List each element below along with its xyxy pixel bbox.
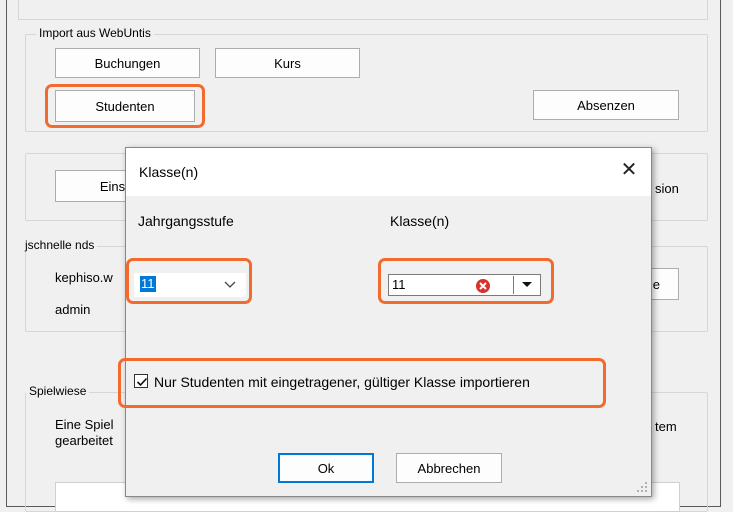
absenzen-button[interactable]: Absenzen [533, 90, 679, 120]
cancel-button[interactable]: Abbrechen [396, 453, 502, 483]
klassen-value: 11 [392, 277, 406, 292]
dialog-titlebar [126, 148, 651, 196]
dialog-title: Klasse(n) [139, 164, 199, 180]
ok-button[interactable]: Ok [278, 453, 374, 483]
host-text: kephiso.w [55, 270, 113, 285]
kurs-button[interactable]: Kurs [215, 48, 360, 78]
buchungen-button[interactable]: Buchungen [55, 48, 200, 78]
spielwiese-text-line1: Eine Spiel [55, 417, 114, 432]
spielwiese-title: Spielwiese [26, 384, 90, 398]
jahrgangsstufe-select[interactable]: 11 [134, 273, 246, 297]
connection-group-title: jschnelle nds [22, 238, 98, 252]
spielwiese-text-line2: gearbeitet [55, 433, 113, 448]
klassen-label: Klasse(n) [390, 213, 450, 229]
klassen-select[interactable]: 11 [388, 274, 541, 296]
dropdown-arrow-icon[interactable] [513, 276, 539, 294]
only-valid-class-checkbox[interactable] [134, 374, 148, 388]
resize-grip-icon[interactable] [636, 481, 648, 493]
user-text: admin [55, 302, 91, 317]
jahrgangsstufe-value: 11 [140, 276, 156, 292]
spielwiese-text-right: tem [655, 419, 677, 434]
chevron-down-icon [222, 275, 238, 293]
close-icon[interactable]: ✕ [614, 156, 644, 184]
version-text: sion [655, 181, 679, 196]
checkbox-label[interactable]: Nur Studenten mit eingetragener, gültige… [154, 374, 530, 390]
klassen-dialog: Klasse(n) ✕ Jahrgangsstufe Klasse(n) 11 … [118, 147, 652, 497]
import-group-title: Import aus WebUntis [36, 26, 154, 40]
studenten-button[interactable]: Studenten [55, 90, 195, 122]
top-panel-strip [18, 0, 708, 20]
checkmark-icon [136, 377, 148, 387]
jahrgangsstufe-label: Jahrgangsstufe [138, 213, 234, 229]
clear-icon[interactable] [475, 278, 491, 294]
